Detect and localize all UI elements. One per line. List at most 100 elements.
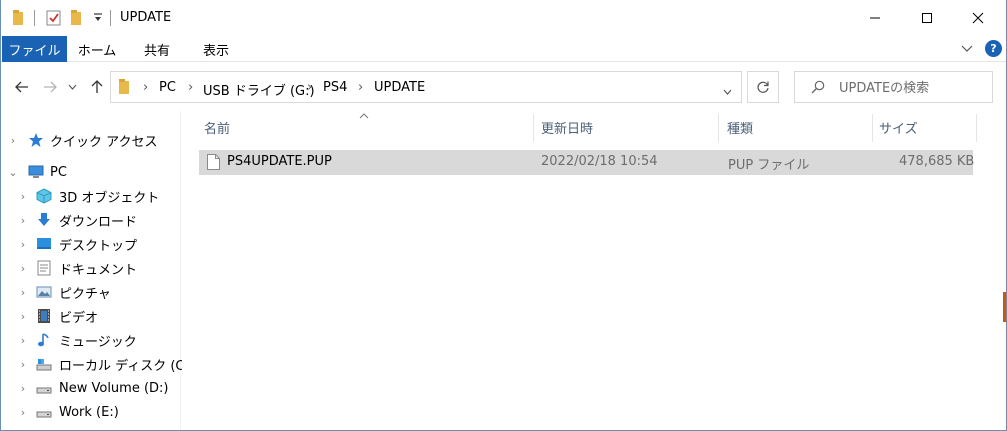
nav-pictures[interactable]: › ピクチャ: [1, 281, 181, 303]
chevron-down-icon[interactable]: ⌄: [7, 166, 19, 179]
chevron-right-icon[interactable]: ›: [17, 406, 29, 419]
nav-3d-objects[interactable]: › 3D オブジェクト: [1, 185, 181, 207]
properties-icon[interactable]: [46, 9, 62, 27]
tab-file[interactable]: ファイル: [2, 36, 67, 62]
column-header-type[interactable]: 種類: [727, 111, 753, 143]
chevron-right-icon[interactable]: ›: [17, 214, 29, 227]
maximize-button[interactable]: [904, 0, 950, 36]
nav-local-disk-c[interactable]: › ローカル ディスク (C:): [1, 353, 194, 375]
close-button[interactable]: [955, 0, 1001, 36]
breadcrumb-pc[interactable]: PC: [159, 80, 176, 95]
desktop-icon: [36, 236, 52, 252]
music-icon: [36, 332, 52, 348]
forward-button[interactable]: [40, 76, 60, 98]
folder-icon: [119, 79, 131, 98]
nav-label: クイック アクセス: [50, 134, 158, 150]
ribbon-tabs: ファイル ホーム 共有 表示 ?: [1, 36, 1006, 62]
refresh-button[interactable]: [747, 71, 779, 103]
videos-icon: [36, 308, 52, 324]
chevron-right-icon[interactable]: ›: [17, 334, 29, 347]
documents-icon: [36, 260, 52, 276]
pictures-icon: [36, 284, 52, 300]
file-type: PUP ファイル: [728, 158, 810, 173]
chevron-right-icon[interactable]: ›: [17, 310, 29, 323]
column-divider[interactable]: [872, 114, 873, 142]
column-header-date-modified[interactable]: 更新日時: [541, 111, 593, 143]
nav-pc[interactable]: ⌄ PC: [1, 161, 181, 183]
nav-quick-access[interactable]: › クイック アクセス: [1, 129, 181, 151]
nav-new-volume-d[interactable]: › New Volume (D:): [1, 377, 181, 399]
up-button[interactable]: [87, 76, 107, 98]
separator: [110, 10, 111, 26]
folder-icon: [13, 9, 25, 27]
column-divider[interactable]: [718, 114, 719, 142]
3d-objects-icon: [36, 188, 52, 204]
breadcrumb-update[interactable]: UPDATE: [374, 80, 425, 95]
address-bar[interactable]: › PC › USB ドライブ (G:) › PS4 › UPDATE: [110, 71, 742, 103]
drive-icon: [36, 380, 52, 396]
nav-work-e[interactable]: › Work (E:): [1, 401, 181, 423]
file-name[interactable]: PS4UPDATE.PUP: [227, 154, 332, 169]
local-disk-icon: [36, 356, 52, 372]
chevron-right-icon[interactable]: ›: [17, 262, 29, 275]
background-window-edge: [1003, 292, 1006, 322]
chevron-right-icon[interactable]: ›: [143, 80, 148, 95]
window-title: UPDATE: [120, 10, 172, 25]
customize-qa-dropdown-icon[interactable]: [93, 9, 103, 27]
column-divider[interactable]: [533, 114, 534, 142]
nav-label: ドキュメント: [59, 262, 138, 278]
nav-documents[interactable]: › ドキュメント: [1, 257, 181, 279]
file-list: 名前 更新日時 種類 サイズ PS4UPDATE.PUP 2022/02/18 …: [182, 111, 1006, 430]
search-icon: [811, 80, 825, 97]
tab-home[interactable]: ホーム: [71, 36, 123, 62]
chevron-right-icon[interactable]: ›: [17, 190, 29, 203]
nav-label: ローカル ディスク (C:): [59, 358, 194, 374]
nav-label: ピクチャ: [59, 286, 111, 302]
tab-view[interactable]: 表示: [193, 36, 239, 62]
minimize-button[interactable]: [852, 0, 898, 36]
back-button[interactable]: [12, 76, 32, 98]
nav-desktop[interactable]: › デスクトップ: [1, 233, 181, 255]
breadcrumb-usb-drive[interactable]: USB ドライブ (G:): [203, 80, 315, 99]
chevron-right-icon[interactable]: ›: [17, 358, 29, 371]
nav-music[interactable]: › ミュージック: [1, 329, 181, 351]
search-input[interactable]: [839, 78, 989, 98]
breadcrumb-ps4[interactable]: PS4: [323, 80, 347, 95]
file-row[interactable]: PS4UPDATE.PUP 2022/02/18 10:54 PUP ファイル …: [199, 150, 975, 175]
chevron-right-icon[interactable]: ›: [307, 80, 312, 95]
chevron-right-icon[interactable]: ›: [7, 134, 19, 147]
chevron-right-icon[interactable]: ›: [358, 80, 363, 95]
help-button[interactable]: ?: [985, 40, 1002, 57]
nav-label: ビデオ: [59, 310, 99, 326]
column-header-name[interactable]: 名前: [204, 111, 230, 143]
nav-label: 3D オブジェクト: [59, 190, 160, 206]
chevron-right-icon[interactable]: ›: [17, 286, 29, 299]
chevron-right-icon[interactable]: ›: [17, 382, 29, 395]
column-divider[interactable]: [976, 114, 977, 142]
search-box[interactable]: [794, 71, 993, 103]
explorer-window: UPDATE ファイル ホーム 共有 表示 ? › PC › USB ドライブ …: [0, 0, 1007, 431]
expand-ribbon-icon[interactable]: [961, 43, 973, 57]
address-history-dropdown[interactable]: [723, 84, 732, 98]
title-bar: UPDATE: [1, 0, 1006, 36]
address-row: › PC › USB ドライブ (G:) › PS4 › UPDATE: [1, 63, 1006, 111]
column-header-size[interactable]: サイズ: [879, 111, 918, 143]
nav-label: デスクトップ: [59, 238, 138, 254]
recent-locations-dropdown[interactable]: [65, 76, 79, 98]
file-size: 478,685 KB: [899, 154, 975, 169]
chevron-right-icon[interactable]: ›: [188, 80, 193, 95]
star-icon: [28, 132, 44, 148]
sort-ascending-icon: [359, 108, 369, 122]
nav-videos[interactable]: › ビデオ: [1, 305, 181, 327]
chevron-right-icon[interactable]: ›: [17, 238, 29, 251]
computer-icon: [28, 164, 44, 180]
new-folder-icon[interactable]: [71, 9, 83, 27]
tab-share[interactable]: 共有: [134, 36, 180, 62]
nav-label: Work (E:): [59, 404, 119, 420]
nav-label: PC: [50, 164, 67, 180]
drive-icon: [36, 404, 52, 420]
nav-label: ダウンロード: [59, 214, 138, 230]
nav-downloads[interactable]: › ダウンロード: [1, 209, 181, 231]
separator: [34, 10, 35, 26]
downloads-icon: [36, 212, 52, 228]
